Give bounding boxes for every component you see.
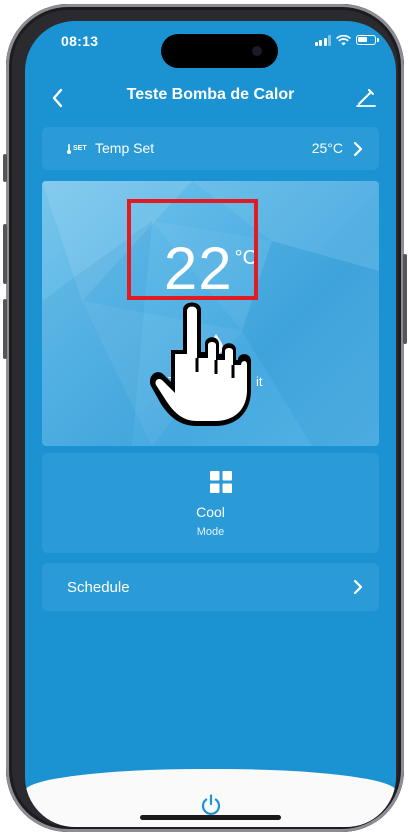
wifi-icon: [336, 34, 351, 45]
temp-set-label: Temp Set: [95, 140, 155, 156]
mode-value: Cool: [196, 504, 225, 520]
set-icon-text: SET: [73, 145, 87, 152]
status-bar: 08:13: [25, 21, 396, 68]
battery-icon: [356, 35, 379, 45]
camera-icon: [252, 46, 262, 56]
schedule-label: Schedule: [67, 579, 130, 596]
dynamic-island: [161, 34, 278, 68]
temp-set-row[interactable]: SET Temp Set 25°C: [42, 127, 379, 170]
page-title: Teste Bomba de Calor: [126, 86, 295, 103]
annotation-highlight-box: [127, 199, 258, 300]
volume-up-button: [3, 224, 7, 284]
status-icons: [314, 33, 379, 47]
mode-card[interactable]: Cool Mode: [42, 453, 379, 553]
mute-switch: [3, 154, 7, 182]
temp-set-value: 25°C: [311, 140, 343, 156]
chevron-right-icon: [353, 141, 363, 157]
chevron-right-icon: [353, 579, 363, 595]
volume-down-button: [3, 299, 7, 359]
power-side-button: [403, 254, 407, 344]
signal-icon: [314, 34, 331, 46]
nav-bar: Teste Bomba de Calor: [25, 83, 396, 113]
pencil-icon[interactable]: [354, 85, 378, 109]
schedule-row[interactable]: Schedule: [42, 563, 379, 611]
power-icon[interactable]: [199, 793, 223, 817]
pointing-hand-icon: [149, 302, 251, 426]
thermometer-icon: SET: [67, 142, 87, 154]
grid-icon: [210, 471, 232, 493]
mode-label: Mode: [196, 526, 225, 538]
status-time: 08:13: [61, 33, 99, 49]
home-indicator: [140, 815, 281, 820]
